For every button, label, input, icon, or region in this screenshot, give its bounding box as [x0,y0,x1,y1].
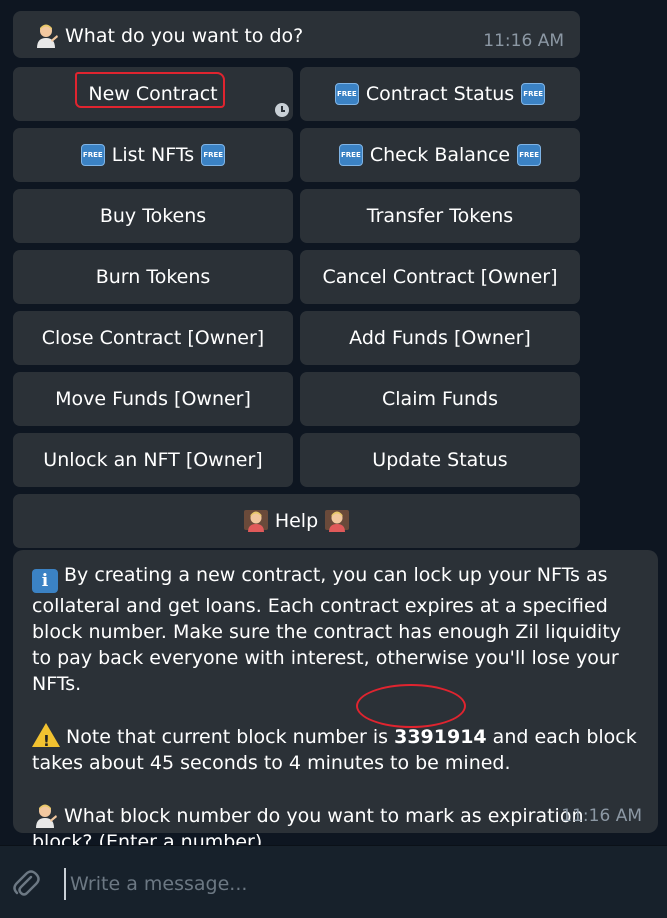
check-balance-label: Check Balance [369,144,511,166]
unlock-nft-button[interactable]: Unlock an NFT [Owner] [13,433,293,487]
list-nfts-button[interactable]: FREE List NFTs FREE [13,128,293,182]
claim-funds-button[interactable]: Claim Funds [300,372,580,426]
free-badge-icon: FREE [338,144,363,166]
person-emoji-icon [32,802,58,828]
message-input[interactable] [64,868,652,900]
cancel-contract-button[interactable]: Cancel Contract [Owner] [300,250,580,304]
add-funds-label: Add Funds [Owner] [349,327,531,349]
contract-status-button[interactable]: FREE Contract Status FREE [300,67,580,121]
buy-tokens-button[interactable]: Buy Tokens [13,189,293,243]
paperclip-icon[interactable] [10,868,42,900]
warning-icon [32,723,60,754]
teacher-emoji-icon [243,508,269,534]
help-button[interactable]: Help [13,494,580,548]
free-badge-icon: FREE [521,83,546,105]
transfer-tokens-button[interactable]: Transfer Tokens [300,189,580,243]
list-nfts-label: List NFTs [111,144,195,166]
contract-status-label: Contract Status [365,83,515,105]
free-badge-icon: FREE [517,144,542,166]
bot-reply-message: i By creating a new contract, you can loc… [13,550,658,853]
reply-para1-text: By creating a new contract, you can lock… [32,564,622,695]
reply-body: i By creating a new contract, you can loc… [32,562,642,855]
message-time: 11:16 AM [561,806,642,826]
reply-paragraph-1: i By creating a new contract, you can loc… [32,562,642,697]
close-contract-label: Close Contract [Owner] [41,327,265,349]
update-status-label: Update Status [372,449,508,471]
bot-prompt-message: What do you want to do? 11:16 AM [13,11,580,58]
close-contract-button[interactable]: Close Contract [Owner] [13,311,293,365]
teacher-emoji-icon [324,508,350,534]
chat-history: What do you want to do? 11:16 AM New Con… [0,0,667,853]
burn-tokens-label: Burn Tokens [95,266,211,288]
free-badge-icon: FREE [80,144,105,166]
transfer-tokens-label: Transfer Tokens [366,205,514,227]
new-contract-button[interactable]: New Contract [13,67,293,121]
reply-paragraph-2: Note that current block number is 339191… [32,723,642,776]
free-badge-icon: FREE [201,144,226,166]
reply-para2-before: Note that current block number is [66,726,395,748]
move-funds-button[interactable]: Move Funds [Owner] [13,372,293,426]
block-number: 3391914 [394,726,487,748]
check-balance-button[interactable]: FREE Check Balance FREE [300,128,580,182]
add-funds-button[interactable]: Add Funds [Owner] [300,311,580,365]
burn-tokens-button[interactable]: Burn Tokens [13,250,293,304]
free-badge-icon: FREE [334,83,359,105]
update-status-button[interactable]: Update Status [300,433,580,487]
person-emoji-icon [33,22,59,48]
unlock-nft-label: Unlock an NFT [Owner] [43,449,263,471]
move-funds-label: Move Funds [Owner] [55,388,251,410]
message-time: 11:16 AM [483,31,564,51]
message-composer [0,845,667,918]
prompt-text: What do you want to do? [65,25,304,47]
cancel-contract-label: Cancel Contract [Owner] [322,266,558,288]
prompt-text-row: What do you want to do? [33,22,303,48]
help-label: Help [274,510,319,532]
info-icon: i [32,569,58,593]
new-contract-label: New Contract [88,83,218,105]
clock-icon [275,103,289,117]
buy-tokens-label: Buy Tokens [99,205,207,227]
claim-funds-label: Claim Funds [382,388,498,410]
